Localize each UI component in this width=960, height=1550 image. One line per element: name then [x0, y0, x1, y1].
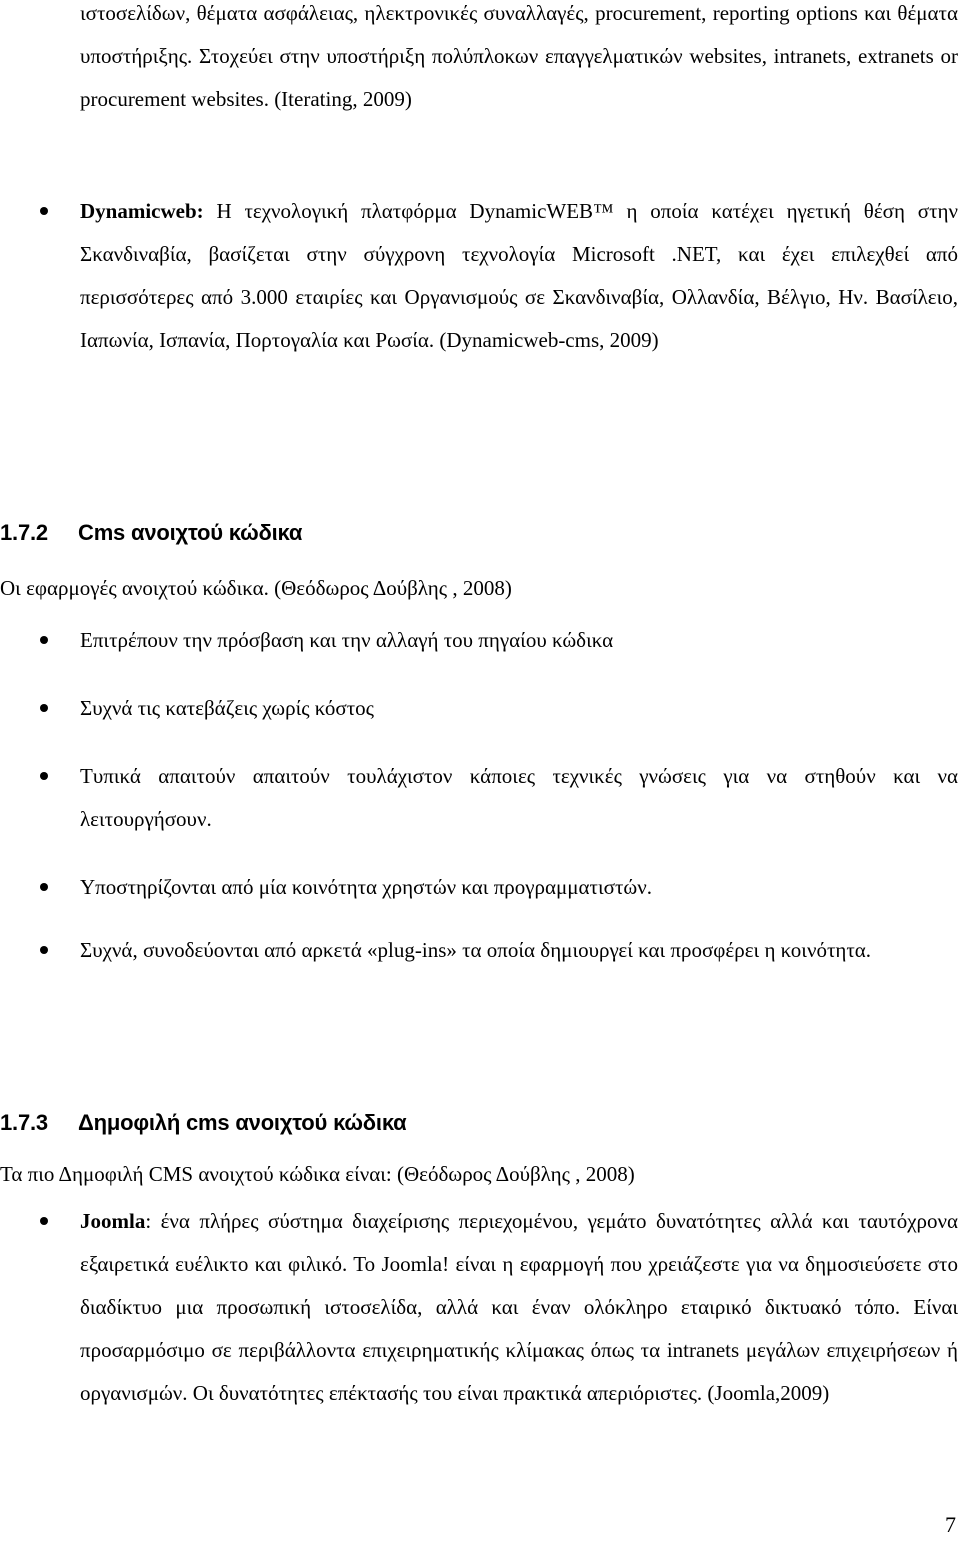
- term-joomla: Joomla: [80, 1209, 146, 1233]
- list-item-text: Επιτρέπουν την πρόσβαση και την αλλαγή τ…: [80, 628, 614, 652]
- list-item-text: Τυπικά απαιτούν απαιτούν τουλάχιστον κάπ…: [80, 764, 958, 831]
- document-page: ιστοσελίδων, θέματα ασφάλειας, ηλεκτρονι…: [0, 0, 960, 1550]
- section-intro-1-7-3: Τα πιο Δημοφιλή CMS ανοιχτού κώδικα είνα…: [0, 1162, 635, 1186]
- joomla-description: : ένα πλήρες σύστημα διαχείρισης περιεχο…: [80, 1209, 958, 1405]
- bullet-icon: [40, 772, 48, 780]
- bullet-icon: [40, 883, 48, 891]
- intro-paragraph: ιστοσελίδων, θέματα ασφάλειας, ηλεκτρονι…: [80, 1, 958, 111]
- bullet-icon: [40, 946, 48, 954]
- list-item-text: Joomla: ένα πλήρες σύστημα διαχείρισης π…: [80, 1200, 958, 1415]
- section-intro-1-7-2: Οι εφαρμογές ανοιχτού κώδικα. (Θεόδωρος …: [0, 576, 512, 600]
- section-heading-1-7-2: 1.7.2 Cms ανοιχτού κώδικα: [0, 520, 302, 546]
- section-title: Cms ανοιχτού κώδικα: [78, 520, 303, 545]
- list-item-text: Υποστηρίζονται από μία κοινότητα χρηστών…: [80, 875, 652, 899]
- section-number: 1.7.2: [0, 520, 48, 545]
- bullet-icon: [40, 207, 48, 215]
- section-heading-1-7-3: 1.7.3 Δημοφιλή cms ανοιχτού κώδικα: [0, 1110, 407, 1136]
- bullet-icon: [40, 704, 48, 712]
- bullet-icon: [40, 1217, 48, 1225]
- term-dynamicweb: Dynamicweb:: [80, 199, 204, 223]
- list-item-text: Συχνά, συνοδεύονται από αρκετά «plug-ins…: [80, 938, 872, 962]
- list-item-text: Συχνά τις κατεβάζεις χωρίς κόστος: [80, 696, 374, 720]
- section-number: 1.7.3: [0, 1110, 48, 1135]
- list-item-text: Dynamicweb: Η τεχνολογική πλατφόρμα Dyna…: [80, 190, 958, 362]
- page-number: 7: [945, 1512, 956, 1537]
- dynamicweb-description: Η τεχνολογική πλατφόρμα DynamicWEB™ η οπ…: [80, 199, 958, 352]
- bullet-icon: [40, 636, 48, 644]
- section-title: Δημοφιλή cms ανοιχτού κώδικα: [78, 1110, 407, 1135]
